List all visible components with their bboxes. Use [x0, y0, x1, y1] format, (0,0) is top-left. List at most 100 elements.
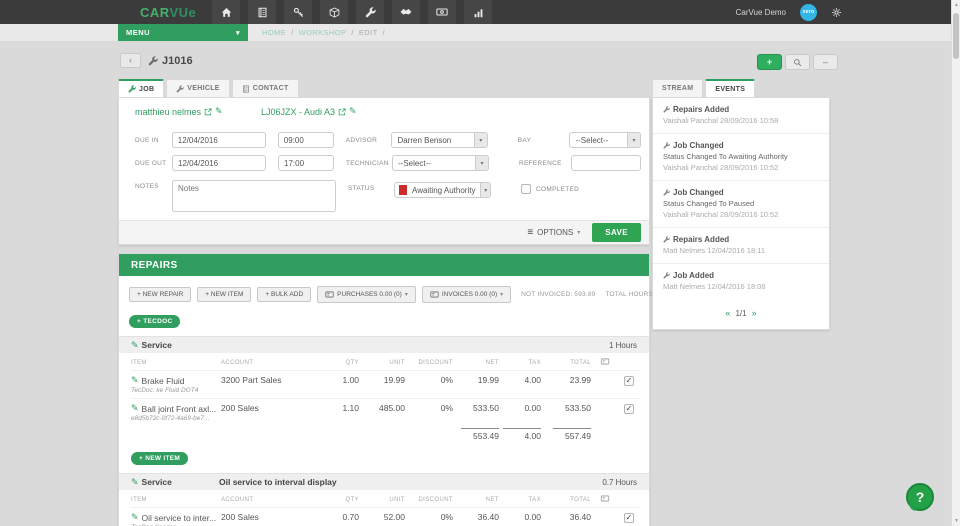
edit-contact-icon[interactable]: ✎	[215, 106, 223, 117]
menu-button[interactable]: MENU ▾	[118, 24, 248, 41]
col-account: ACCOUNT	[221, 496, 254, 503]
save-button[interactable]: SAVE	[592, 223, 641, 242]
sales-handshake-icon[interactable]	[392, 0, 421, 24]
completed-checkbox[interactable]	[521, 184, 531, 194]
tab-events[interactable]: EVENTS	[705, 79, 756, 97]
row-checkbox[interactable]: ✓	[624, 376, 634, 387]
col-qty: QTY	[345, 359, 359, 366]
chevron-down-icon	[475, 156, 488, 170]
page-title: J1016	[148, 55, 193, 67]
event-item: Repairs Added Vaishali Panchal 28/09/201…	[653, 98, 829, 134]
page-indicator: 1/1	[735, 308, 747, 318]
scroll-up-arrow-icon[interactable]: ▲	[952, 2, 960, 8]
row-checkbox[interactable]: ✓	[624, 404, 634, 415]
vehicle-link[interactable]: LJ06JZX - Audi A3 ✎	[261, 106, 357, 117]
due-out-date-input[interactable]	[172, 155, 266, 171]
parts-box-icon[interactable]	[320, 0, 349, 24]
tab-contact[interactable]: CONTACT	[231, 79, 299, 97]
primary-nav	[212, 0, 493, 24]
reports-chart-icon[interactable]	[464, 0, 493, 24]
totals-tax: 4.00	[503, 428, 541, 441]
edit-vehicle-icon[interactable]: ✎	[349, 106, 357, 117]
due-out-time-input[interactable]	[278, 155, 334, 171]
wrench-icon	[176, 85, 184, 93]
bay-select[interactable]: --Select--	[569, 132, 641, 148]
status-label: STATUS	[348, 185, 375, 192]
options-button[interactable]: ≡ OPTIONS ▾	[527, 227, 580, 238]
contact-link[interactable]: matthieu nelmes ✎	[135, 106, 261, 117]
edit-repair-icon[interactable]: ✎	[131, 340, 139, 351]
wrench-icon	[663, 142, 670, 149]
notes-textarea[interactable]	[172, 180, 336, 212]
event-item: Repairs Added Matt Nelmes 12/04/2016 18:…	[653, 228, 829, 264]
events-pagination: « 1/1 »	[653, 299, 829, 329]
event-item: Job Changed Status Changed To Paused Vai…	[653, 181, 829, 228]
tab-vehicle[interactable]: VEHICLE	[166, 79, 230, 97]
page-scrollbar[interactable]: ▲ ▼	[951, 0, 960, 526]
breadcrumb-home[interactable]: HOME	[262, 28, 286, 37]
col-unit: UNIT	[389, 359, 405, 366]
contacts-ledger-icon[interactable]	[248, 0, 277, 24]
bulk-add-button[interactable]: + BULK ADD	[257, 286, 312, 302]
status-color-swatch	[399, 185, 407, 195]
col-account: ACCOUNT	[221, 359, 254, 366]
col-discount: DISCOUNT	[418, 359, 453, 366]
current-account-label[interactable]: CarVue Demo	[736, 8, 786, 17]
col-unit: UNIT	[389, 496, 405, 503]
search-button[interactable]	[785, 54, 810, 70]
edit-repair-icon[interactable]: ✎	[131, 477, 139, 488]
events-panel: Repairs Added Vaishali Panchal 28/09/201…	[652, 97, 830, 330]
col-discount: DISCOUNT	[418, 496, 453, 503]
totals-total: 557.49	[553, 428, 591, 441]
tecdoc-button[interactable]: + TECDOC	[129, 315, 181, 329]
col-item: ITEM	[131, 359, 147, 366]
repair-item-row: ✎ Brake Fluid TecDoc: ke Fluid DOT4 3200 P…	[131, 370, 639, 399]
event-item: Job Changed Status Changed To Awaiting A…	[653, 134, 829, 181]
job-card: matthieu nelmes ✎ LJ06JZX - Audi A3 ✎ DU…	[118, 97, 650, 245]
collapse-button[interactable]: –	[813, 54, 838, 70]
edit-item-icon[interactable]: ✎	[131, 375, 139, 386]
reference-input[interactable]	[571, 155, 641, 171]
col-tax: TAX	[528, 359, 541, 366]
add-button[interactable]: +	[757, 54, 782, 70]
repair-group-subtitle: Oil service to interval display	[219, 477, 337, 488]
scrollbar-thumb[interactable]	[953, 13, 959, 59]
chevron-down-icon: ▾	[500, 291, 504, 298]
breadcrumb-workshop[interactable]: WORKSHOP	[299, 28, 347, 37]
scroll-down-arrow-icon[interactable]: ▼	[952, 518, 960, 524]
new-item-button[interactable]: + NEW ITEM	[131, 452, 189, 466]
key-icon[interactable]	[284, 0, 313, 24]
status-select[interactable]: Awaiting Authority	[394, 182, 491, 198]
xero-avatar[interactable]: xero	[800, 3, 817, 21]
reference-label: REFERENCE	[519, 159, 562, 167]
settings-gear-icon[interactable]	[831, 7, 842, 18]
next-page-button[interactable]: »	[752, 308, 757, 318]
advisor-label: ADVISOR	[345, 136, 378, 144]
home-icon[interactable]	[212, 0, 241, 24]
prev-page-button[interactable]: «	[725, 308, 730, 318]
search-icon	[793, 58, 802, 67]
due-in-date-input[interactable]	[171, 132, 266, 148]
invoices-money-icon[interactable]	[428, 0, 457, 24]
invoice-icon	[325, 290, 334, 299]
workshop-wrench-icon[interactable]	[356, 0, 385, 24]
technician-select[interactable]: --Select--	[392, 155, 489, 171]
job-form: DUE IN ADVISOR Darren Benson BAY --Selec…	[119, 123, 649, 220]
tab-stream[interactable]: STREAM	[652, 79, 704, 97]
col-invoiced	[591, 490, 619, 508]
due-in-time-input[interactable]	[277, 132, 334, 148]
wrench-icon	[128, 85, 136, 93]
edit-item-icon[interactable]: ✎	[131, 512, 139, 523]
row-checkbox[interactable]: ✓	[624, 513, 634, 524]
invoices-dropdown[interactable]: INVOICES 0.00 (0) ▾	[421, 285, 512, 303]
col-qty: QTY	[345, 496, 359, 503]
advisor-select[interactable]: Darren Benson	[391, 132, 488, 148]
edit-item-icon[interactable]: ✎	[131, 403, 139, 414]
back-button[interactable]: ‹	[120, 53, 141, 68]
carvue-logo[interactable]: CARVUe	[140, 5, 196, 20]
new-repair-button[interactable]: + NEW REPAIR	[129, 286, 192, 302]
purchases-dropdown[interactable]: PURCHASES 0.00 (0) ▾	[317, 285, 416, 303]
help-button[interactable]: ?	[906, 483, 934, 511]
tab-job[interactable]: JOB	[118, 79, 165, 97]
new-item-button[interactable]: + NEW ITEM	[197, 286, 252, 302]
